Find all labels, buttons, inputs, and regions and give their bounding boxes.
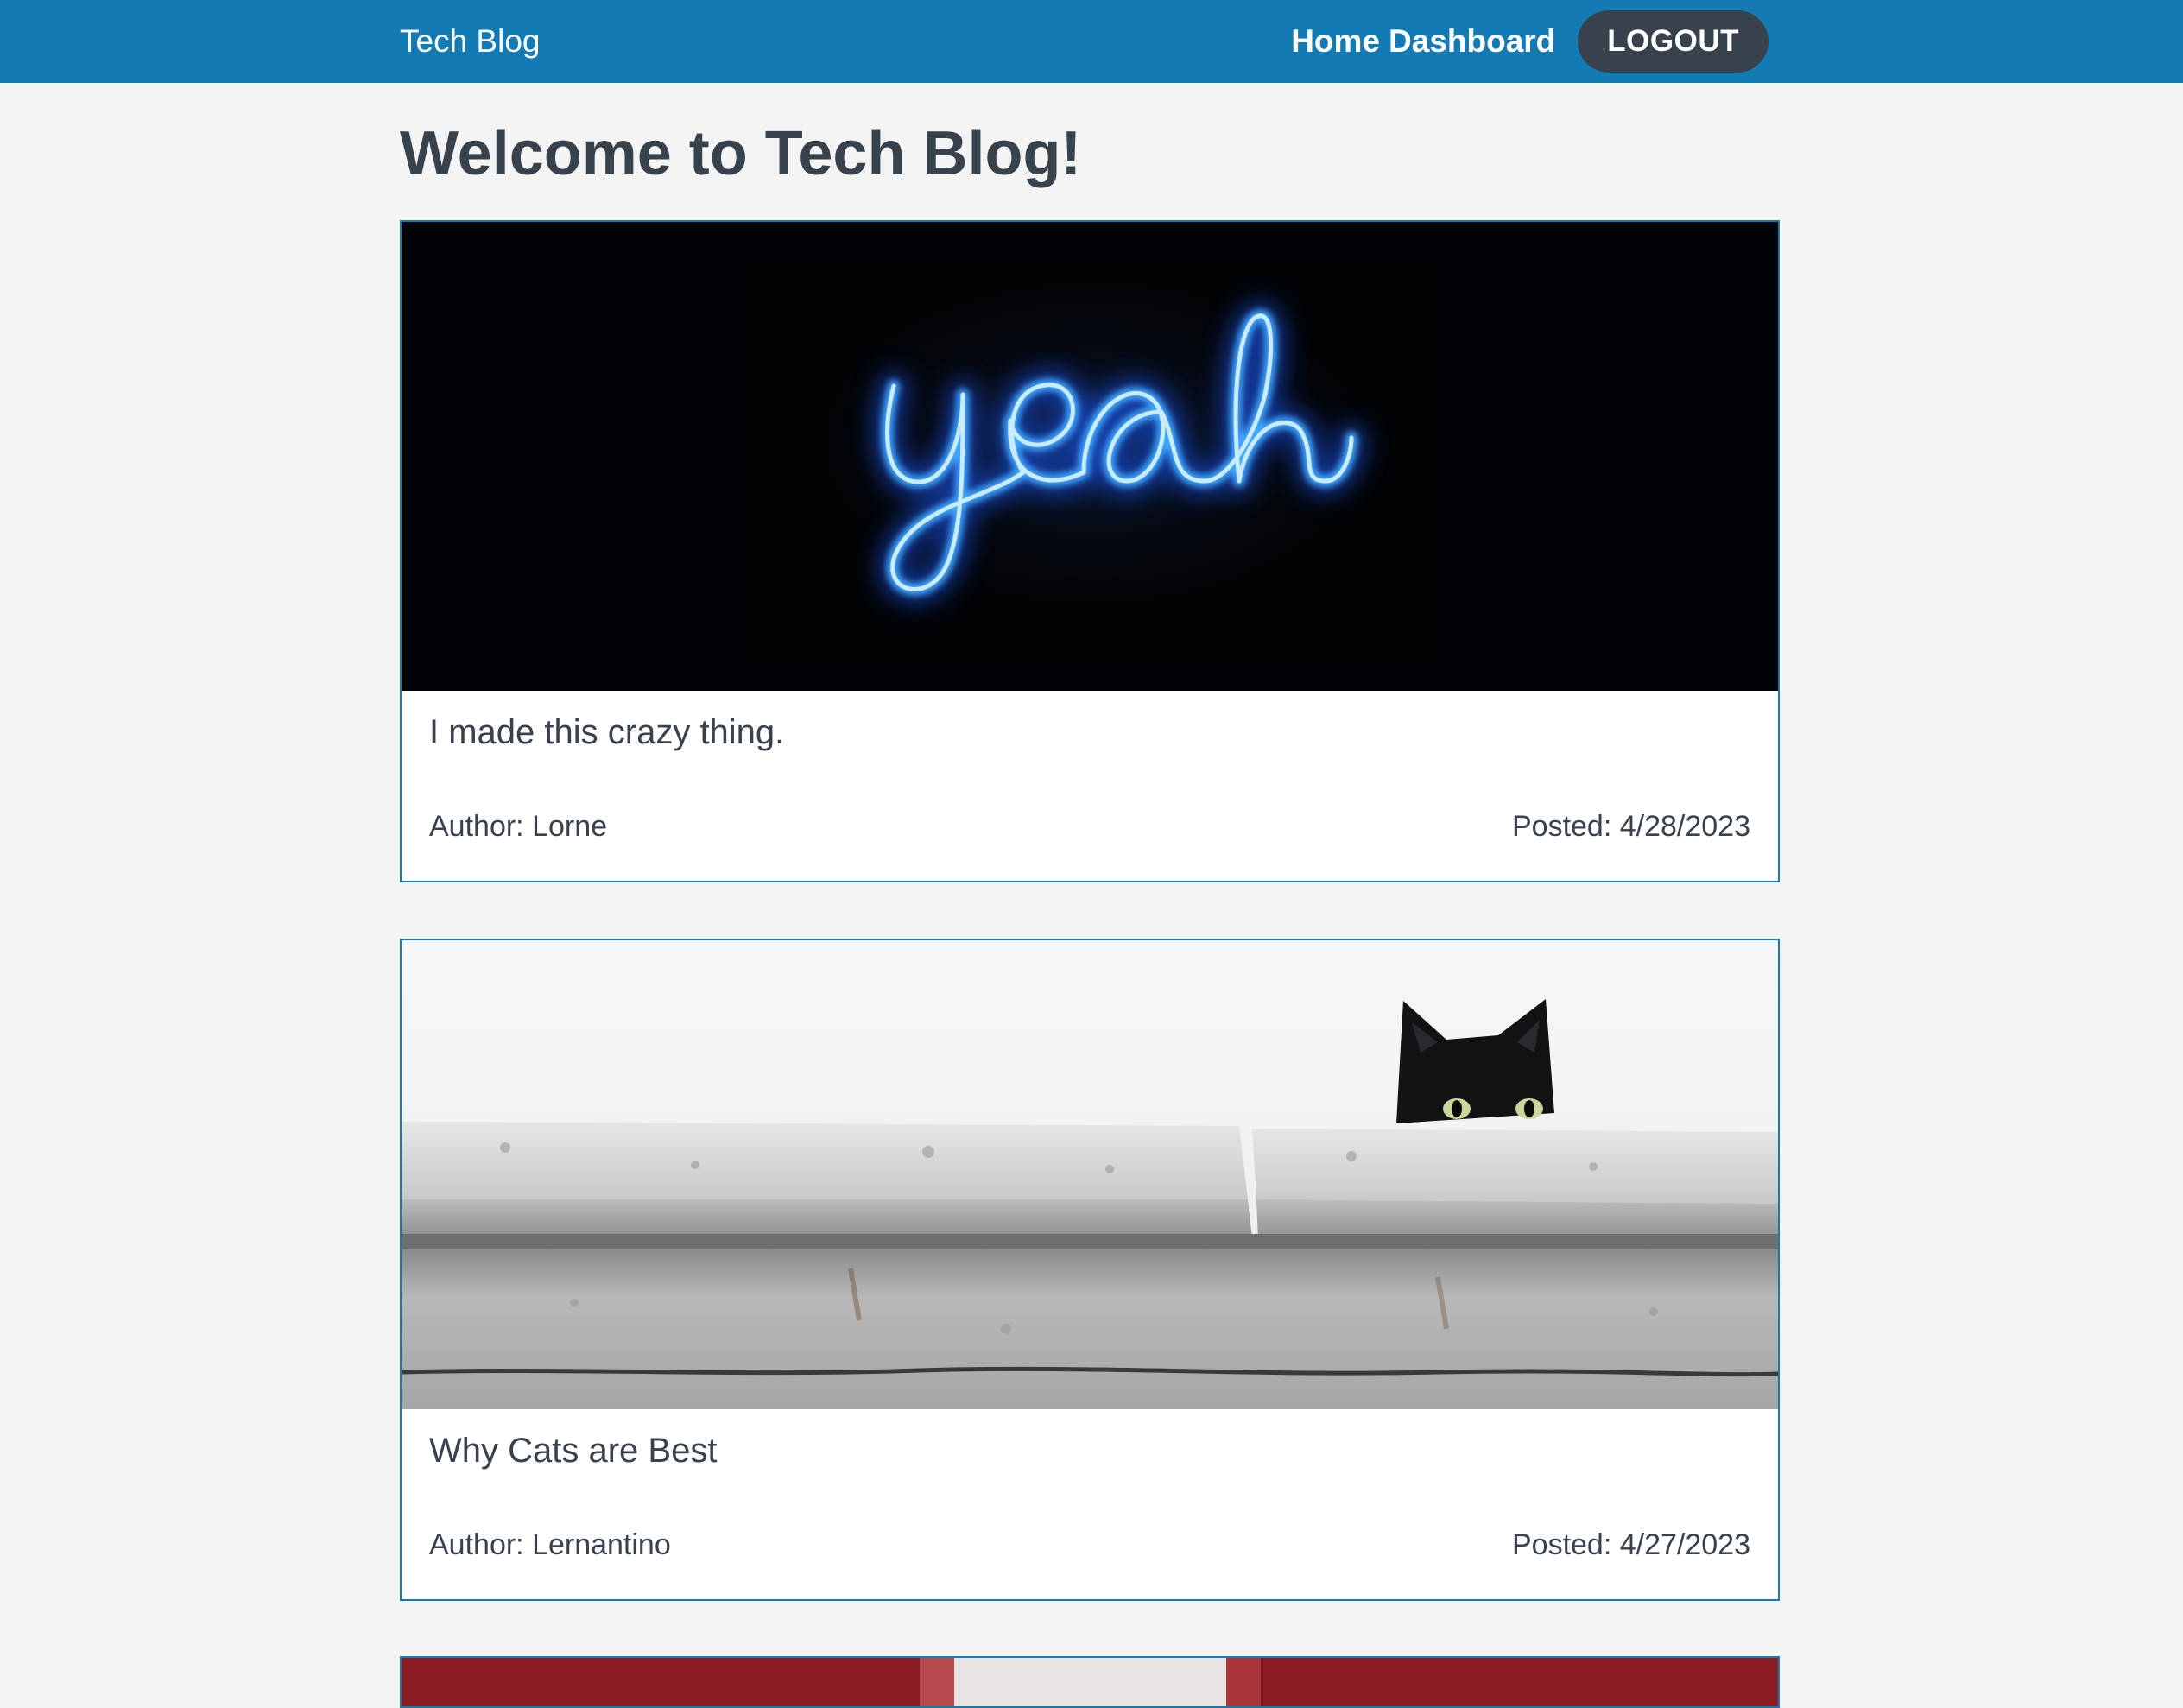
dashboard-link[interactable]: Dashboard (1389, 23, 1555, 60)
logout-button[interactable]: LOGOUT (1578, 10, 1769, 73)
nav-links: Home Dashboard LOGOUT (1291, 10, 1769, 73)
neon-sign-image (402, 222, 1778, 691)
post-card[interactable] (400, 1656, 1780, 1708)
post-card[interactable]: I made this crazy thing. Author: Lorne P… (400, 220, 1780, 882)
post-date: Posted: 4/28/2023 (1511, 810, 1750, 843)
post-title[interactable]: Why Cats are Best (429, 1429, 717, 1472)
home-link[interactable]: Home (1291, 23, 1380, 60)
post-author: Author: Lernantino (429, 1528, 671, 1561)
post-title[interactable]: I made this crazy thing. (429, 711, 784, 754)
post-image-red (402, 1658, 1778, 1706)
cat-on-wall-image (402, 940, 1778, 1409)
post-date: Posted: 4/27/2023 (1511, 1528, 1750, 1561)
post-author: Author: Lorne (429, 810, 608, 843)
post-card[interactable]: Why Cats are Best Author: Lernantino Pos… (400, 939, 1780, 1601)
page-title: Welcome to Tech Blog! (400, 119, 1082, 188)
red-image (402, 1658, 1778, 1706)
post-image-neon (402, 222, 1778, 691)
post-image-cat (402, 940, 1778, 1409)
brand-link[interactable]: Tech Blog (400, 22, 541, 60)
top-navbar: Tech Blog Home Dashboard LOGOUT (0, 0, 2183, 83)
